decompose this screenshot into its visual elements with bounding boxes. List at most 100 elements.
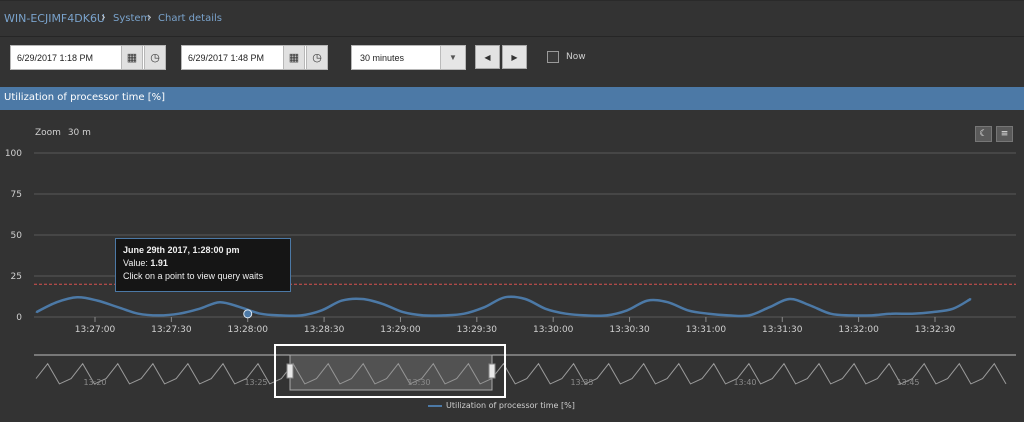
data-point bbox=[341, 299, 343, 302]
data-point bbox=[320, 309, 323, 312]
x-tick-label: 13:27:30 bbox=[151, 325, 192, 335]
clock-icon[interactable]: ◷ bbox=[144, 45, 166, 70]
data-point bbox=[35, 311, 38, 313]
data-point bbox=[952, 308, 954, 310]
previous-range-button[interactable]: ◀ bbox=[475, 45, 500, 69]
breadcrumb-host-link[interactable]: WIN-ECJIMF4DK6U bbox=[4, 12, 105, 25]
data-point bbox=[666, 301, 669, 304]
data-point bbox=[259, 312, 262, 315]
breadcrumb: WIN-ECJIMF4DK6U › System › Chart details bbox=[0, 0, 1024, 37]
data-point bbox=[870, 314, 873, 317]
data-point bbox=[850, 314, 852, 317]
end-date-field[interactable]: 6/29/2017 1:48 PM ▦ ◷ bbox=[181, 45, 328, 70]
x-tick-label: 13:29:00 bbox=[380, 325, 421, 335]
data-point bbox=[56, 301, 58, 304]
data-point bbox=[687, 309, 689, 312]
chevron-down-icon[interactable]: ▼ bbox=[440, 46, 465, 69]
data-point bbox=[137, 312, 140, 315]
data-point bbox=[504, 296, 506, 299]
x-tick-label: 13:32:30 bbox=[915, 325, 956, 335]
data-point bbox=[768, 306, 771, 308]
data-point bbox=[76, 296, 78, 299]
data-point bbox=[524, 298, 526, 300]
x-tick-label: 13:27:00 bbox=[75, 325, 116, 335]
chart-menu-button[interactable]: ≡ bbox=[996, 126, 1013, 142]
y-tick-label: 25 bbox=[11, 272, 22, 282]
zoom-30m-button[interactable]: 30 m bbox=[68, 128, 91, 138]
data-point bbox=[178, 312, 180, 315]
data-point bbox=[809, 304, 812, 307]
range-select[interactable]: 30 minutes ▼ bbox=[351, 45, 466, 70]
tooltip-value: 1.91 bbox=[150, 258, 168, 268]
data-point bbox=[239, 306, 241, 308]
data-point bbox=[829, 312, 832, 315]
y-tick-label: 50 bbox=[11, 231, 23, 241]
zoom-label: Zoom bbox=[35, 128, 61, 138]
navigator-series bbox=[35, 362, 1007, 385]
data-point bbox=[969, 298, 972, 300]
data-point bbox=[544, 308, 547, 310]
now-checkbox[interactable] bbox=[547, 51, 559, 63]
tooltip-value-label: Value: bbox=[123, 258, 148, 268]
x-tick-label: 13:32:00 bbox=[838, 325, 879, 335]
data-point bbox=[280, 314, 282, 317]
chart-tooltip: June 29th 2017, 1:28:00 pm Value: 1.91 C… bbox=[115, 238, 291, 292]
data-point bbox=[300, 314, 302, 317]
moon-icon: ☾ bbox=[979, 129, 988, 139]
data-point bbox=[748, 314, 750, 317]
data-point bbox=[117, 306, 119, 308]
breadcrumb-system-link[interactable]: System bbox=[113, 13, 150, 24]
clock-icon[interactable]: ◷ bbox=[306, 45, 328, 70]
next-range-button[interactable]: ▶ bbox=[502, 45, 527, 69]
legend-series-swatch bbox=[428, 404, 442, 407]
data-point bbox=[381, 303, 384, 305]
chevron-right-icon: › bbox=[147, 10, 152, 24]
x-tick-label: 13:28:30 bbox=[304, 325, 345, 335]
end-date-value: 6/29/2017 1:48 PM bbox=[188, 52, 265, 63]
navigator-tick-label: 13:25 bbox=[244, 378, 267, 387]
calendar-icon[interactable]: ▦ bbox=[121, 45, 143, 70]
chevron-left-icon: ◀ bbox=[484, 52, 491, 62]
x-tick-label: 13:30:00 bbox=[533, 325, 574, 335]
data-point bbox=[931, 311, 934, 313]
data-point bbox=[707, 312, 710, 315]
theme-toggle-button[interactable]: ☾ bbox=[975, 126, 992, 142]
hovered-point bbox=[243, 309, 253, 319]
data-point bbox=[402, 311, 404, 313]
navigator-selection-highlight bbox=[274, 344, 506, 398]
calendar-icon[interactable]: ▦ bbox=[283, 45, 305, 70]
x-tick-label: 13:29:30 bbox=[457, 325, 498, 335]
breadcrumb-chart-details: Chart details bbox=[158, 13, 222, 24]
data-point bbox=[890, 312, 893, 315]
navigator-tick-label: 13:35 bbox=[570, 378, 593, 387]
start-date-field[interactable]: 6/29/2017 1:18 PM ▦ ◷ bbox=[10, 45, 166, 70]
y-tick-label: 100 bbox=[5, 149, 22, 159]
data-point bbox=[198, 308, 201, 310]
chevron-right-icon: › bbox=[101, 10, 106, 24]
start-date-value: 6/29/2017 1:18 PM bbox=[17, 52, 94, 63]
navigator-tick-label: 13:45 bbox=[896, 378, 919, 387]
data-point bbox=[911, 312, 913, 315]
navigator-tick-label: 13:20 bbox=[83, 378, 106, 387]
y-tick-label: 0 bbox=[16, 313, 22, 323]
y-tick-label: 75 bbox=[11, 190, 22, 200]
data-point bbox=[626, 309, 628, 312]
navigator-tick-label: 13:40 bbox=[733, 378, 756, 387]
data-point bbox=[422, 314, 425, 317]
data-point bbox=[463, 312, 465, 315]
data-point bbox=[218, 301, 221, 304]
tooltip-date: June 29th 2017, 1:28:00 pm bbox=[123, 245, 240, 255]
data-point bbox=[483, 306, 486, 308]
chevron-right-icon: ▶ bbox=[511, 52, 518, 62]
panel-title-bar: Utilization of processor time [%] bbox=[0, 87, 1024, 110]
data-point bbox=[585, 314, 588, 317]
chart-legend[interactable]: Utilization of processor time [%] bbox=[428, 401, 575, 410]
tooltip-hint: Click on a point to view query waits bbox=[123, 271, 264, 281]
data-point bbox=[361, 298, 364, 300]
data-point bbox=[96, 299, 99, 302]
data-point bbox=[442, 314, 445, 317]
legend-series-label: Utilization of processor time [%] bbox=[446, 401, 575, 410]
range-select-value: 30 minutes bbox=[360, 53, 405, 63]
data-point bbox=[157, 314, 160, 317]
zoom-control: Zoom 30 m bbox=[35, 128, 91, 138]
